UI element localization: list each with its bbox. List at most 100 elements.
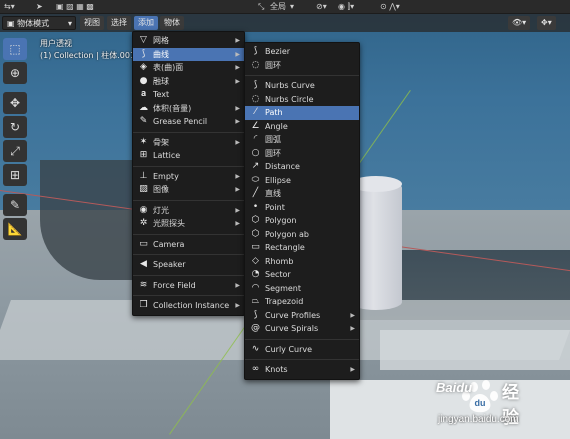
curve-menu-item-label: Angle: [265, 121, 288, 131]
curve-menu-item[interactable]: ∞ Knots ▶: [245, 363, 359, 377]
bezier-icon: ⟆: [253, 46, 258, 56]
add-menu-item[interactable]: ❒ Collection Instance ▶: [133, 299, 244, 313]
menu-separator: [245, 359, 359, 360]
add-menu-item-label: 曲线: [153, 49, 169, 59]
curve-menu-item[interactable]: @ Curve Spirals ▶: [245, 322, 359, 336]
annotate-tool-icon[interactable]: ✎: [3, 194, 27, 216]
curve-menu-item[interactable]: ◜ 圆弧: [245, 133, 359, 147]
curve-menu-item[interactable]: ▭ Rectangle: [245, 241, 359, 255]
add-menu-item[interactable]: ◉ 灯光 ▶: [133, 204, 244, 218]
add-menu-item-label: 灯光: [153, 205, 169, 215]
add-menu-item[interactable]: ▽ 网格 ▶: [133, 34, 244, 48]
global-label[interactable]: 全局: [270, 1, 286, 13]
menu-object[interactable]: 物体: [160, 16, 184, 30]
curve-menu-item[interactable]: ○ 圆环: [245, 147, 359, 161]
pivot-icon[interactable]: ⊘▾: [316, 1, 327, 13]
segment-icon: ◠: [251, 282, 260, 293]
curve-menu-item[interactable]: ⟆ Nurbs Curve: [245, 79, 359, 93]
move-tool-icon[interactable]: ✥: [3, 92, 27, 114]
image-icon: ▨: [139, 184, 148, 194]
submenu-arrow-icon: ▶: [235, 104, 240, 112]
curve-menu-item[interactable]: ⬡ Polygon ab: [245, 228, 359, 242]
measure-tool-icon[interactable]: 📐: [3, 218, 27, 240]
rotate-tool-icon[interactable]: ↻: [3, 116, 27, 138]
selection-mode-icons[interactable]: ▣ ▨ ▦ ▩: [56, 1, 94, 13]
add-menu-item-label: 体积(音量): [153, 103, 192, 113]
scale-tool-icon[interactable]: ⤢: [3, 140, 27, 162]
curve-menu-item-label: Point: [265, 202, 285, 212]
proportional-edit-icon[interactable]: ⊙ ⋀▾: [380, 1, 400, 13]
add-menu-item[interactable]: ✲ 光照探头 ▶: [133, 217, 244, 231]
add-menu-item[interactable]: ✎ Grease Pencil ▶: [133, 115, 244, 129]
curve-menu-item[interactable]: ◠ Segment: [245, 282, 359, 296]
chevron-down-icon[interactable]: ▾: [290, 1, 294, 13]
snap-icon[interactable]: ◉ ⫿▾: [338, 1, 354, 13]
curve-menu-item[interactable]: ⁄ Path: [245, 106, 359, 120]
mode-dropdown[interactable]: ▣ 物体模式 ▾: [2, 16, 76, 30]
add-menu-item-label: 表(曲)面: [153, 63, 184, 72]
curve-menu-item[interactable]: ⟆ Curve Profiles ▶: [245, 309, 359, 323]
curve-menu-item[interactable]: ╱ 直线: [245, 187, 359, 201]
curve-menu-item[interactable]: ⏢ Trapezoid: [245, 295, 359, 309]
curve-menu-item-label: Bezier: [265, 47, 291, 56]
view-object-types-icon[interactable]: 👁▾: [508, 16, 531, 30]
select-cursor-icon[interactable]: ➤: [36, 1, 43, 13]
curve-menu-item[interactable]: ∠ Angle: [245, 120, 359, 134]
add-menu-item[interactable]: 𝐚 Text: [133, 88, 244, 102]
menu-view[interactable]: 视图: [80, 16, 104, 30]
arc-icon: ◜: [253, 134, 258, 144]
add-menu-item[interactable]: ● 融球 ▶: [133, 75, 244, 89]
gizmo-icon[interactable]: ✥▾: [537, 16, 556, 30]
curve-menu-item[interactable]: ⬡ Polygon: [245, 214, 359, 228]
curve-menu-item[interactable]: ⟆ Bezier: [245, 45, 359, 59]
add-menu-item[interactable]: ▭ Camera: [133, 238, 244, 252]
submenu-arrow-icon: ▶: [235, 206, 240, 214]
transform-tool-icon[interactable]: ⊞: [3, 164, 27, 186]
curve-menu-item[interactable]: ◌ Nurbs Circle: [245, 93, 359, 107]
ellipse-icon: ⬭: [251, 174, 260, 185]
curve-menu-item[interactable]: ∿ Curly Curve: [245, 343, 359, 357]
submenu-arrow-icon: ▶: [235, 302, 240, 309]
force-field-icon: ≋: [139, 279, 148, 290]
add-menu-item[interactable]: ✶ 骨架 ▶: [133, 136, 244, 150]
menu-select[interactable]: 选择: [107, 16, 131, 30]
add-menu-item[interactable]: ≋ Force Field ▶: [133, 279, 244, 293]
rectangle-icon: ▭: [251, 242, 260, 252]
curve-menu-item[interactable]: ◇ Rhomb: [245, 255, 359, 269]
text-icon: 𝐚: [140, 89, 147, 99]
curve-menu-item[interactable]: ⬭ Ellipse: [245, 174, 359, 188]
add-menu-item[interactable]: ⊥ Empty ▶: [133, 170, 244, 184]
add-menu-item-label: Camera: [153, 239, 185, 249]
add-menu-item[interactable]: ⟆ 曲线 ▶: [133, 47, 244, 61]
add-menu-item[interactable]: ▨ 图像 ▶: [133, 183, 244, 197]
armature-icon: ✶: [139, 136, 148, 147]
speaker-icon: ◀: [140, 259, 147, 269]
knots-icon: ∞: [251, 364, 260, 374]
viewport-header: ▣ 物体模式 ▾ 视图 选择 添加 物体 👁▾ ✥▾: [0, 14, 570, 32]
curve-menu-item[interactable]: • Point: [245, 201, 359, 215]
editor-type-icon[interactable]: ⇆▾: [4, 1, 15, 13]
curve-menu-item-label: Distance: [265, 162, 300, 171]
submenu-arrow-icon: ▶: [350, 311, 355, 319]
curve-menu-item-label: Rectangle: [265, 243, 305, 252]
add-menu-item[interactable]: ◈ 表(曲)面 ▶: [133, 61, 244, 75]
curve-menu-item[interactable]: ◔ Sector: [245, 268, 359, 282]
menu-separator: [245, 338, 359, 340]
transform-orientation-icon[interactable]: ⤡: [258, 1, 264, 13]
curve-menu-item-label: Curly Curve: [265, 344, 313, 354]
menu-add[interactable]: 添加: [134, 16, 158, 30]
circle-curve-icon: ◌: [251, 59, 260, 70]
cursor-tool-icon[interactable]: ⊕: [3, 62, 27, 84]
curve-menu-item[interactable]: ◌ 圆环: [245, 59, 359, 73]
add-menu-item-label: Empty: [153, 171, 179, 181]
submenu-arrow-icon: ▶: [235, 37, 240, 44]
chevron-down-icon: ▾: [67, 19, 72, 28]
select-box-tool-icon[interactable]: ⬚: [3, 38, 27, 60]
add-menu-item[interactable]: ⊞ Lattice: [133, 149, 244, 163]
polygon-ab-icon: ⬡: [251, 228, 260, 239]
curve-submenu: ⟆ Bezier ◌ 圆环 ⟆ Nurbs Curve ◌ Nurbs Circle ⁄ Path…: [244, 42, 360, 380]
add-menu-item[interactable]: ◀ Speaker: [133, 258, 244, 272]
mesh-icon: ▽: [140, 35, 147, 45]
add-menu-item[interactable]: ☁ 体积(音量) ▶: [133, 102, 244, 116]
curve-menu-item[interactable]: ↗ Distance: [245, 160, 359, 174]
